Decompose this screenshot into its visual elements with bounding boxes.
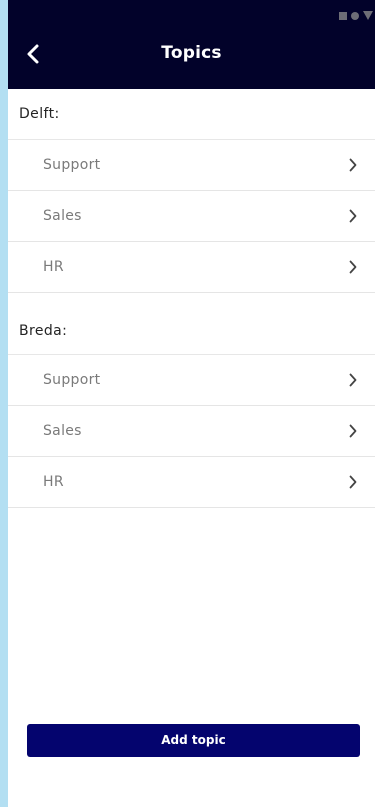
chevron-right-icon (349, 475, 357, 489)
section-title-breda: Breda: (8, 293, 375, 355)
chevron-right-icon (349, 209, 357, 223)
topic-label: Support (43, 372, 101, 388)
topics-list: Delft: Support Sales HR Breda: Support S… (8, 89, 375, 508)
add-topic-button[interactable]: Add topic (27, 724, 360, 757)
topic-row-delft-hr[interactable]: HR (8, 242, 375, 293)
chevron-right-icon (349, 424, 357, 438)
page-title: Topics (161, 43, 222, 63)
topic-label: Sales (43, 423, 82, 439)
topic-row-breda-support[interactable]: Support (8, 355, 375, 406)
square-status-icon (339, 11, 347, 20)
topic-row-breda-hr[interactable]: HR (8, 457, 375, 508)
status-bar (339, 11, 373, 20)
triangle-down-status-icon (363, 11, 373, 20)
topic-row-breda-sales[interactable]: Sales (8, 406, 375, 457)
section-title-delft: Delft: (8, 89, 375, 140)
topic-row-delft-sales[interactable]: Sales (8, 191, 375, 242)
topic-label: Sales (43, 208, 82, 224)
topic-label: HR (43, 259, 64, 275)
circle-status-icon (351, 11, 359, 20)
topic-label: Support (43, 157, 101, 173)
chevron-right-icon (349, 158, 357, 172)
app-header: Topics (8, 0, 375, 89)
app-screen: Topics Delft: Support Sales HR Breda: Su… (8, 0, 375, 807)
chevron-right-icon (349, 260, 357, 274)
chevron-right-icon (349, 373, 357, 387)
topic-label: HR (43, 474, 64, 490)
topic-row-delft-support[interactable]: Support (8, 140, 375, 191)
